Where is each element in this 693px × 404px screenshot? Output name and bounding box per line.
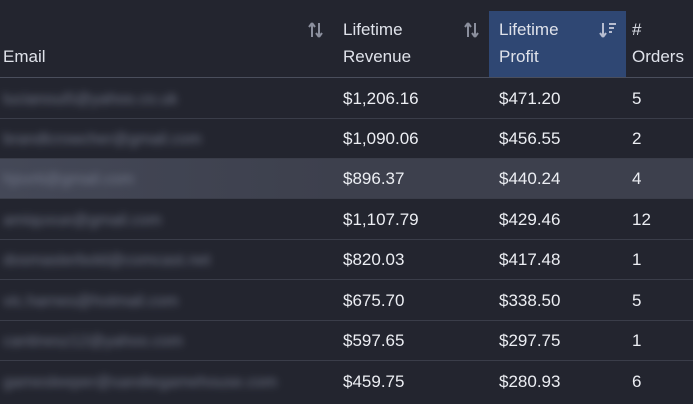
table-row[interactable]: gamesleeper@sandiegamehouse.com $459.75 …	[0, 362, 693, 402]
header-email[interactable]: Email	[0, 0, 333, 77]
header-lifetime-revenue[interactable]: Lifetime Revenue	[333, 0, 489, 77]
email-value: dosmasterbold@comcast.net	[3, 252, 211, 269]
header-profit-label: Lifetime Profit	[499, 16, 559, 70]
orders-cell: 5	[632, 291, 642, 310]
revenue-cell: $459.75	[343, 372, 405, 391]
header-lifetime-profit[interactable]: Lifetime Profit	[489, 11, 626, 77]
revenue-cell: $896.37	[343, 169, 405, 188]
profit-cell: $338.50	[499, 291, 561, 310]
email-value: hjsvrti@gmail.com	[3, 171, 134, 188]
table-row[interactable]: vic.harnes@hotmail.com $675.70 $338.50 5	[0, 281, 693, 321]
header-orders-label: # Orders	[632, 16, 684, 70]
email-value: brandlcrowcher@gmail.com	[3, 131, 202, 148]
header-orders-line1: #	[632, 20, 642, 39]
revenue-cell: $1,107.79	[343, 210, 419, 229]
email-cell: lucianoui5@yahoo.co.uk	[0, 79, 333, 118]
table-row[interactable]: amiquvue@gmail.com $1,107.79 $429.46 12	[0, 200, 693, 240]
sort-arrows-icon[interactable]	[307, 20, 325, 40]
header-email-label: Email	[3, 47, 46, 66]
email-value: cantinesz12@yahoo.com	[3, 333, 183, 350]
revenue-cell: $820.03	[343, 250, 405, 269]
table-row[interactable]: cantinesz12@yahoo.com $597.65 $297.75 1	[0, 321, 693, 361]
header-orders-line2: Orders	[632, 47, 684, 66]
orders-cell: 5	[632, 89, 642, 108]
email-cell: brandlcrowcher@gmail.com	[0, 119, 333, 158]
revenue-cell: $597.65	[343, 331, 405, 350]
sort-descending-icon[interactable]	[599, 20, 617, 40]
header-revenue-line1: Lifetime	[343, 20, 403, 39]
sort-arrows-icon[interactable]	[463, 20, 481, 40]
table-row[interactable]: brandlcrowcher@gmail.com $1,090.06 $456.…	[0, 119, 693, 159]
email-cell: vic.harnes@hotmail.com	[0, 281, 333, 320]
header-profit-line1: Lifetime	[499, 20, 559, 39]
profit-cell: $471.20	[499, 89, 561, 108]
orders-cell: 1	[632, 331, 642, 350]
revenue-cell: $675.70	[343, 291, 405, 310]
profit-cell: $417.48	[499, 250, 561, 269]
customer-table: Email Lifetime Revenue Lifetime Profit #…	[0, 0, 693, 404]
email-value: amiquvue@gmail.com	[3, 212, 162, 229]
email-value: lucianoui5@yahoo.co.uk	[3, 91, 178, 108]
orders-cell: 4	[632, 169, 642, 188]
profit-cell: $280.93	[499, 372, 561, 391]
orders-cell: 6	[632, 372, 642, 391]
orders-cell: 2	[632, 129, 642, 148]
orders-cell: 1	[632, 250, 642, 269]
header-profit-line2: Profit	[499, 47, 539, 66]
table-row[interactable]: lucianoui5@yahoo.co.uk $1,206.16 $471.20…	[0, 79, 693, 119]
revenue-cell: $1,090.06	[343, 129, 419, 148]
email-value: gamesleeper@sandiegamehouse.com	[3, 374, 278, 391]
email-cell: gamesleeper@sandiegamehouse.com	[0, 362, 333, 401]
profit-cell: $456.55	[499, 129, 561, 148]
profit-cell: $440.24	[499, 169, 561, 188]
header-orders[interactable]: # Orders	[626, 0, 693, 77]
revenue-cell: $1,206.16	[343, 89, 419, 108]
table-row[interactable]: dosmasterbold@comcast.net $820.03 $417.4…	[0, 240, 693, 280]
header-revenue-label: Lifetime Revenue	[343, 16, 411, 70]
profit-cell: $429.46	[499, 210, 561, 229]
header-revenue-line2: Revenue	[343, 47, 412, 66]
table-header: Email Lifetime Revenue Lifetime Profit #…	[0, 0, 693, 78]
orders-cell: 12	[632, 210, 651, 229]
email-value: vic.harnes@hotmail.com	[3, 293, 179, 310]
email-cell: amiquvue@gmail.com	[0, 200, 333, 239]
email-cell: hjsvrti@gmail.com	[0, 159, 333, 198]
email-cell: dosmasterbold@comcast.net	[0, 240, 333, 279]
email-cell: cantinesz12@yahoo.com	[0, 321, 333, 360]
profit-cell: $297.75	[499, 331, 561, 350]
table-row[interactable]: hjsvrti@gmail.com $896.37 $440.24 4	[0, 159, 693, 199]
